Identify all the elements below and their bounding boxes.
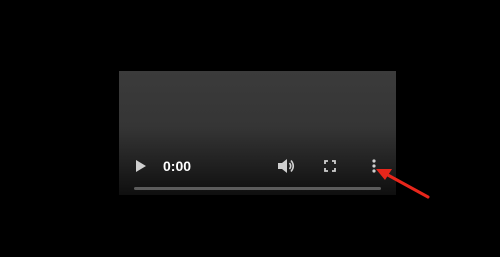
- player-controls: 0:00: [119, 149, 396, 183]
- page-background: 0:00: [0, 0, 500, 257]
- current-time: 0:00: [163, 158, 192, 174]
- video-player[interactable]: 0:00: [119, 71, 396, 195]
- progress-bar[interactable]: [134, 187, 381, 190]
- play-button[interactable]: [133, 157, 149, 175]
- fullscreen-icon: [324, 160, 336, 172]
- play-icon: [136, 160, 146, 172]
- volume-icon: [278, 159, 295, 173]
- red-arrow-icon: [376, 169, 430, 199]
- volume-button[interactable]: [276, 157, 296, 175]
- fullscreen-button[interactable]: [322, 157, 338, 175]
